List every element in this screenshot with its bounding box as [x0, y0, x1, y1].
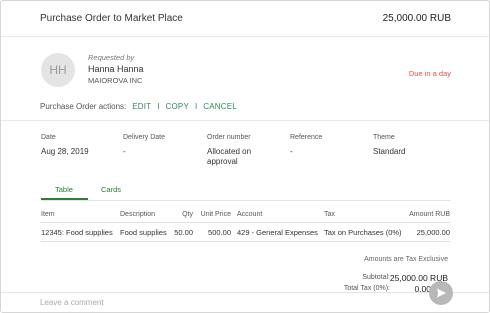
column-header-description: Description [120, 211, 156, 218]
cell-amount: 25,000.00 [416, 228, 450, 237]
avatar: HH [41, 53, 75, 87]
column-header-qty: Qty [182, 211, 193, 218]
action-separator: I [195, 102, 198, 111]
comment-input[interactable] [40, 298, 420, 307]
table-row-divider [41, 241, 450, 242]
cell-account: 429 - General Expenses [237, 228, 318, 237]
column-header-item: Item [41, 211, 55, 218]
table-row[interactable]: 12345: Food supplies Food supplies 50.00… [41, 228, 450, 240]
copy-button[interactable]: COPY [166, 102, 189, 111]
action-separator: I [157, 102, 160, 111]
column-header-account: Account [237, 211, 263, 218]
field-value: Aug 28, 2019 [41, 147, 89, 156]
requested-by-label: Requested by [88, 53, 135, 62]
field-order-number: Order number Allocated on approval [207, 134, 271, 167]
total-tax-label: Total Tax (0%): [343, 285, 390, 292]
panel-header: Purchase Order to Market Place 25,000.00… [1, 1, 489, 37]
requester-name: Hanna Hanna [88, 64, 144, 74]
field-label: Theme [373, 134, 395, 141]
field-value: Allocated on approval [207, 147, 252, 166]
edit-button[interactable]: EDIT [132, 102, 151, 111]
tab-table[interactable]: Table [55, 185, 73, 194]
field-value: Standard [373, 147, 406, 156]
cell-item: 12345: Food supplies [41, 228, 113, 237]
cell-qty: 50.00 [174, 228, 193, 237]
column-header-amount: Amount RUB [409, 211, 450, 218]
field-label: Date [41, 134, 56, 141]
tabs-divider [41, 200, 451, 201]
table-header-divider [41, 222, 450, 223]
page-title: Purchase Order to Market Place [40, 13, 183, 24]
tax-exclusive-note: Amounts are Tax Exclusive [364, 256, 448, 263]
tab-cards[interactable]: Cards [101, 185, 121, 194]
column-header-tax: Tax [324, 211, 335, 218]
subtotal-label: Subtotal: [362, 274, 390, 281]
section-divider [1, 120, 489, 121]
column-header-unit-price: Unit Price [200, 211, 231, 218]
due-status: Due in a day [408, 69, 451, 78]
actions-label: Purchase Order actions: [40, 102, 127, 111]
order-total: 25,000.00 RUB [382, 13, 451, 24]
field-delivery-date: Delivery Date - [123, 134, 165, 157]
cell-unit-price: 500.00 [208, 228, 231, 237]
field-date: Date Aug 28, 2019 [41, 134, 89, 157]
field-theme: Theme Standard [373, 134, 405, 157]
field-label: Order number [207, 134, 251, 141]
cancel-button[interactable]: CANCEL [203, 102, 237, 111]
cell-tax: Tax on Purchases (0%) [324, 228, 402, 237]
cell-description: Food supplies [120, 228, 167, 237]
send-icon [437, 288, 446, 298]
requester-organization: MAIOROVA INC [88, 76, 143, 85]
field-value: - [290, 147, 293, 156]
field-reference: Reference - [290, 134, 322, 157]
order-actions: Purchase Order actions: EDIT I COPY I CA… [40, 102, 237, 111]
field-label: Delivery Date [123, 134, 166, 141]
field-value: - [123, 147, 126, 156]
purchase-order-panel: Purchase Order to Market Place 25,000.00… [0, 0, 490, 313]
field-label: Reference [290, 134, 323, 141]
comment-bar [1, 292, 489, 312]
send-button[interactable] [429, 281, 453, 305]
